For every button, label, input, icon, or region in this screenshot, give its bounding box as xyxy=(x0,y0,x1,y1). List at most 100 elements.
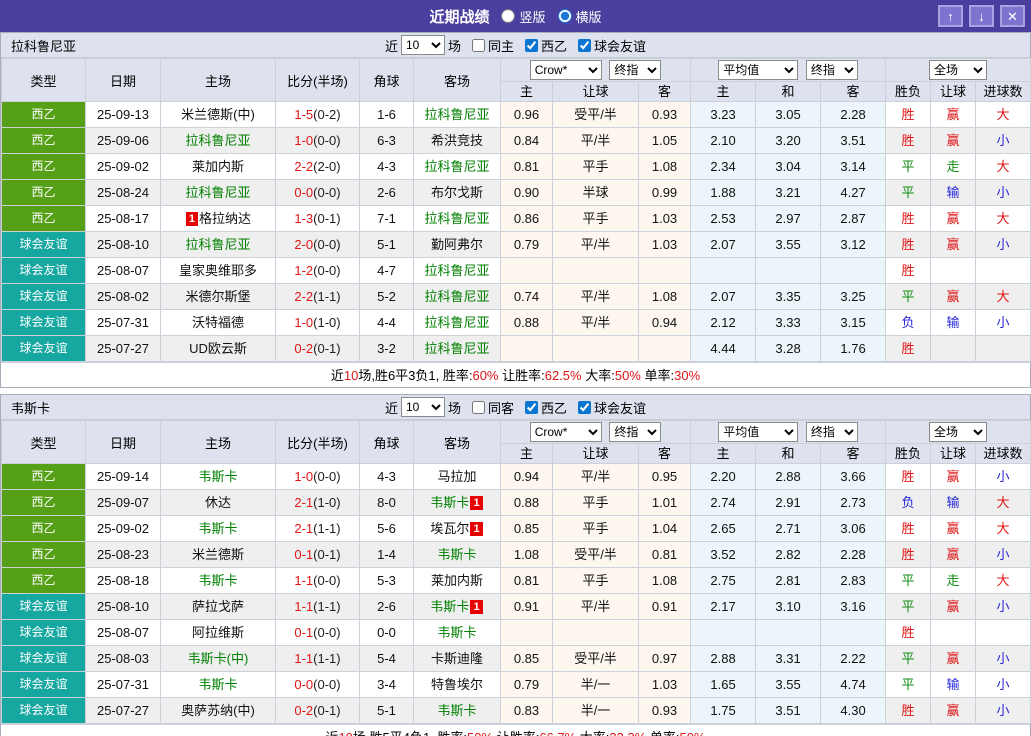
corner-score: 5-2 xyxy=(359,283,414,310)
result-outcome: 负 xyxy=(885,489,932,516)
result-goals: 小 xyxy=(975,541,1031,568)
full-match-select[interactable]: 全场 xyxy=(929,422,988,442)
home-team-cell: 韦斯卡(中) xyxy=(160,645,276,672)
match-count-select[interactable]: 10 xyxy=(400,397,445,417)
home-team-name: 米德尔斯堡 xyxy=(185,289,251,304)
avg-draw-odds: 3.33 xyxy=(755,309,822,336)
handicap-line: 平/半 xyxy=(552,127,639,154)
final-odds-select-2[interactable]: 终指 xyxy=(805,60,858,80)
layout-option-horizontal[interactable]: 横版 xyxy=(557,7,602,26)
match-type-badge: 西乙 xyxy=(1,179,86,206)
league-checkbox[interactable] xyxy=(525,400,538,414)
score-cell: 1-0(1-0) xyxy=(275,309,360,336)
avg-home-odds: 1.75 xyxy=(690,697,757,724)
result-outcome: 平 xyxy=(885,567,932,594)
bookmaker-select[interactable]: Crow* xyxy=(529,422,602,442)
close-icon: ✕ xyxy=(1007,8,1018,24)
result-outcome: 负 xyxy=(885,309,932,336)
avg-home-odds: 2.17 xyxy=(690,593,757,620)
bookmaker-select[interactable]: Crow* xyxy=(529,60,602,80)
away-odds: 1.01 xyxy=(637,489,692,516)
col-header-date: 日期 xyxy=(85,58,161,102)
horizontal-layout-radio[interactable] xyxy=(557,9,572,23)
result-handicap: 赢 xyxy=(930,515,977,542)
avg-away-odds: 2.73 xyxy=(820,489,887,516)
match-rows: 西乙 25-09-13 米兰德斯(中) 1-5(0-2) 1-6 拉科鲁尼亚 0.96 受平/… xyxy=(1,101,1031,362)
match-type-badge: 西乙 xyxy=(1,127,86,154)
halftime-score: (0-0) xyxy=(313,677,341,692)
same-venue-checkbox[interactable] xyxy=(471,38,485,52)
corner-score: 4-4 xyxy=(359,309,414,336)
corner-score: 5-4 xyxy=(359,645,414,672)
summary-segment: 让胜率: xyxy=(493,730,540,736)
league-label: 西乙 xyxy=(541,400,568,416)
col-header-home-odds: 主 xyxy=(500,81,553,102)
vertical-layout-label: 竖版 xyxy=(519,9,546,25)
final-odds-select-1[interactable]: 终指 xyxy=(609,422,662,442)
result-handicap: 输 xyxy=(930,309,977,336)
full-match-select[interactable]: 全场 xyxy=(929,60,988,80)
home-team-name: 皇家奥维耶多 xyxy=(178,263,257,278)
same-venue-checkbox[interactable] xyxy=(471,400,485,414)
halftime-score: (0-0) xyxy=(313,237,341,252)
match-type-badge: 西乙 xyxy=(1,541,86,568)
match-row: 球会友谊 25-07-31 韦斯卡 0-0(0-0) 3-4 特鲁埃尔 0.79 半/一 1.0… xyxy=(1,671,1031,698)
fulltime-score: 0-2 xyxy=(294,341,314,356)
move-up-button[interactable]: ↑ xyxy=(938,5,963,27)
same-venue-label: 同主 xyxy=(487,38,514,54)
home-team-name: 韦斯卡 xyxy=(198,677,238,692)
corner-score: 4-7 xyxy=(359,257,414,284)
col-header-handicap: 让球 xyxy=(552,81,639,102)
move-down-button[interactable]: ↓ xyxy=(969,5,994,27)
vertical-layout-radio[interactable] xyxy=(501,9,516,23)
match-type-badge: 球会友谊 xyxy=(1,335,86,362)
summary-segment: 50% xyxy=(680,730,706,736)
filter-near-label: 近 xyxy=(384,400,398,416)
match-rows: 西乙 25-09-14 韦斯卡 1-0(0-0) 4-3 马拉加 0.94 平/半 0.95 2.… xyxy=(1,463,1031,724)
layout-option-vertical[interactable]: 竖版 xyxy=(501,7,546,26)
result-group: 全场 xyxy=(885,420,1031,444)
home-team-name: 拉科鲁尼亚 xyxy=(185,133,251,148)
away-odds: 0.97 xyxy=(637,645,692,672)
summary-segment: 近 xyxy=(325,730,338,736)
away-team-cell: 拉科鲁尼亚 xyxy=(413,153,501,180)
close-button[interactable]: ✕ xyxy=(1000,5,1025,27)
summary-segment: 单率: xyxy=(646,730,680,736)
match-count-select[interactable]: 10 xyxy=(400,35,445,55)
fulltime-score: 0-2 xyxy=(294,703,314,718)
home-team-name: 米兰德斯(中) xyxy=(181,107,255,122)
handicap-line: 半球 xyxy=(552,179,639,206)
home-team-cell: 拉科鲁尼亚 xyxy=(160,127,276,154)
handicap-line: 受平/半 xyxy=(552,101,639,128)
result-handicap xyxy=(930,257,977,284)
result-outcome: 胜 xyxy=(885,257,932,284)
final-odds-select-1[interactable]: 终指 xyxy=(609,60,662,80)
avg-draw-odds xyxy=(755,257,822,284)
filter-bar: 近 10 场 同客 西乙 球会友谊 xyxy=(385,397,646,417)
avg-away-odds: 4.74 xyxy=(820,671,887,698)
league-checkbox[interactable] xyxy=(525,38,538,52)
home-team-name: 格拉纳达 xyxy=(199,211,252,226)
avg-draw-odds: 3.28 xyxy=(755,335,822,362)
result-outcome: 平 xyxy=(885,283,932,310)
friendly-checkbox[interactable] xyxy=(578,38,592,52)
summary-segment: 30% xyxy=(674,368,701,383)
home-team-cell: 奥萨苏纳(中) xyxy=(160,697,276,724)
handicap-line: 受平/半 xyxy=(552,541,639,568)
average-select[interactable]: 平均值 xyxy=(718,60,799,80)
halftime-score: (0-0) xyxy=(313,625,341,640)
match-row: 球会友谊 25-07-27 UD欧云斯 0-2(0-1) 3-2 拉科鲁尼亚 4.44 3.2… xyxy=(1,335,1031,362)
avg-away-odds: 2.22 xyxy=(820,645,887,672)
home-odds: 0.88 xyxy=(500,309,553,336)
average-select[interactable]: 平均值 xyxy=(718,422,799,442)
col-header-avg-home: 主 xyxy=(690,81,757,102)
friendly-checkbox[interactable] xyxy=(578,400,592,414)
away-odds: 1.05 xyxy=(637,127,692,154)
home-team-name: 拉科鲁尼亚 xyxy=(185,185,251,200)
result-goals: 小 xyxy=(975,463,1031,490)
final-odds-select-2[interactable]: 终指 xyxy=(805,422,858,442)
home-team-cell: 阿拉维斯 xyxy=(160,619,276,646)
handicap-line: 平/半 xyxy=(552,309,639,336)
red-card-badge: 1 xyxy=(470,522,483,536)
avg-home-odds: 4.44 xyxy=(690,335,757,362)
